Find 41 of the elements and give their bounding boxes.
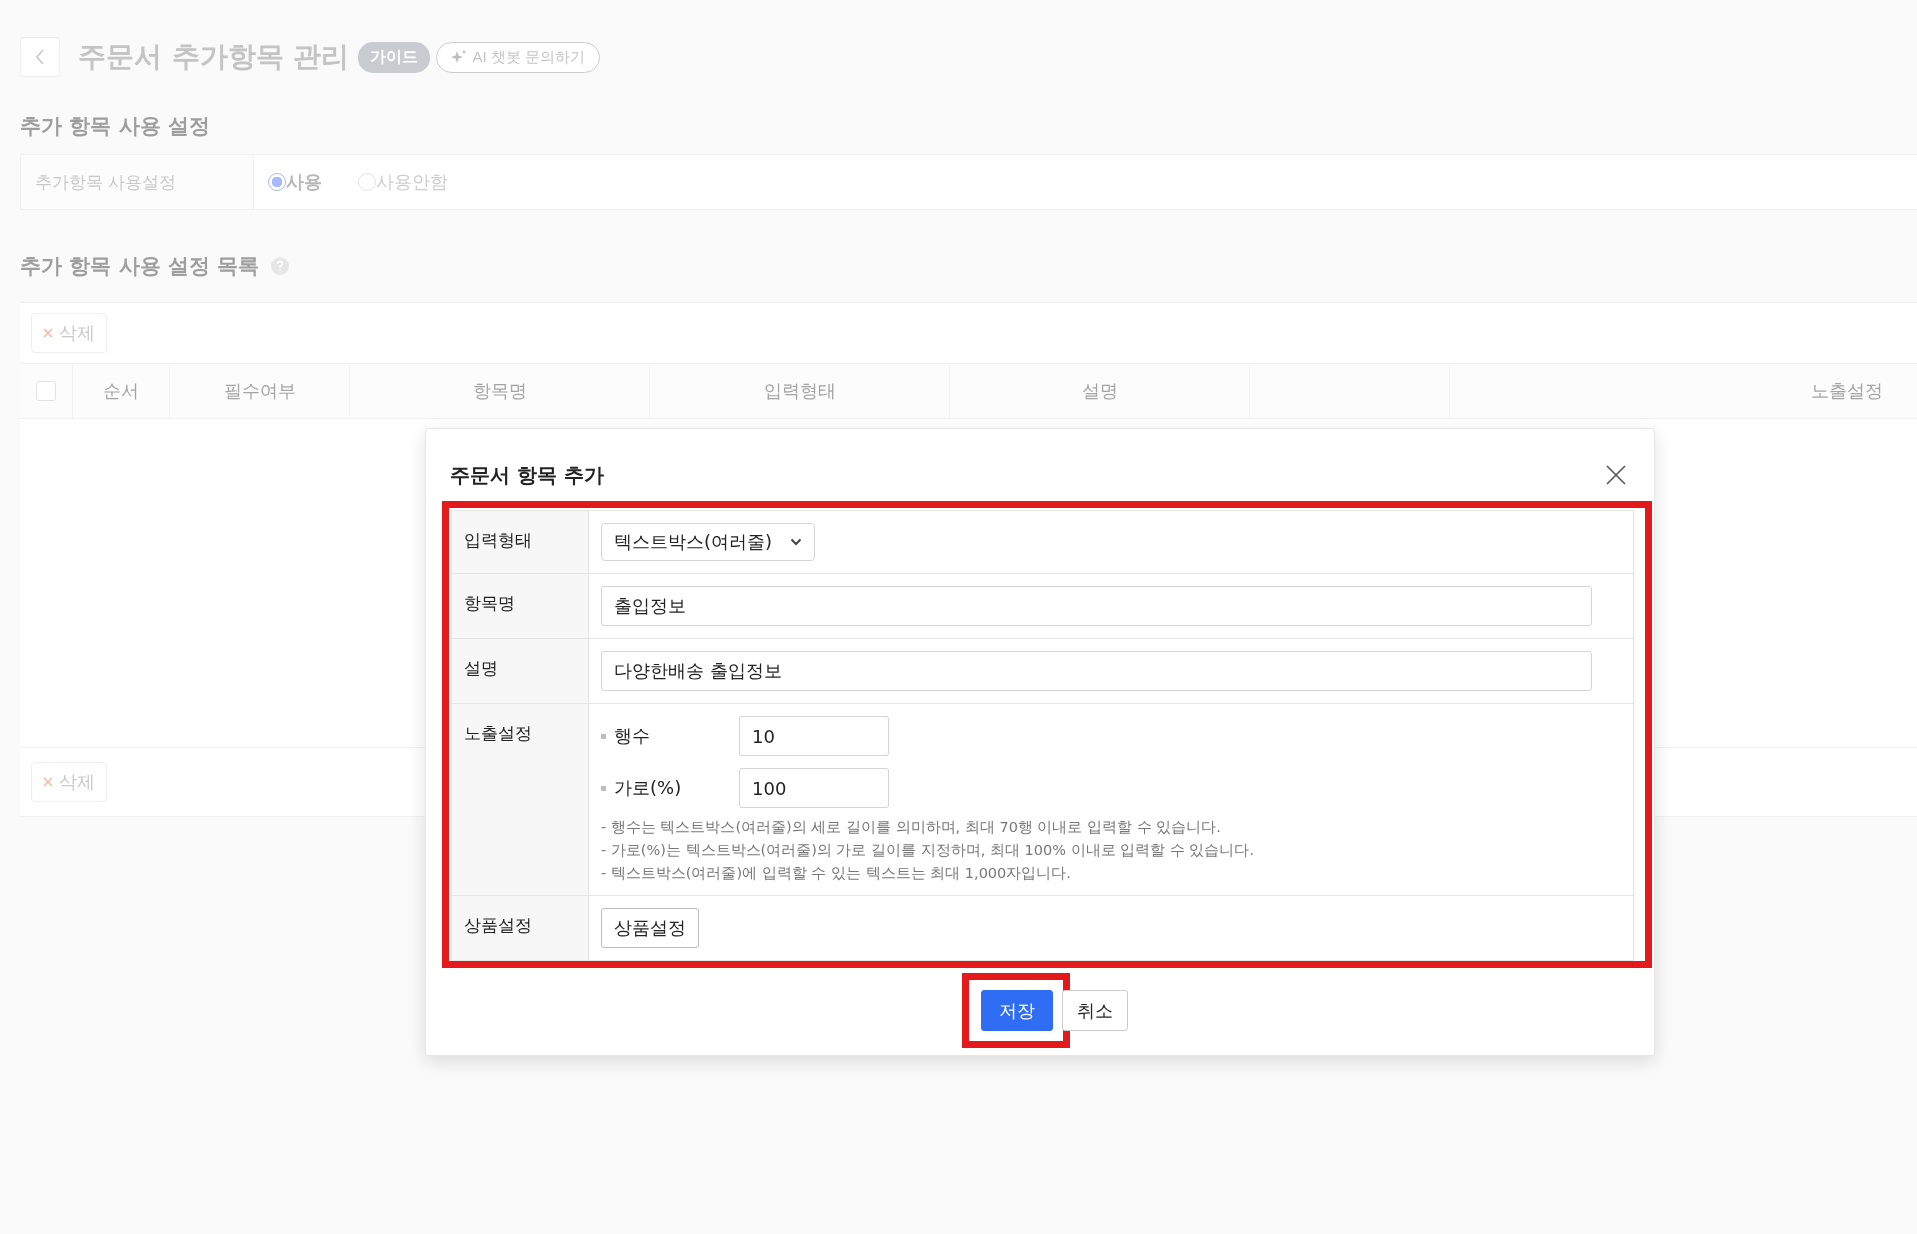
row-label: 노출설정 bbox=[452, 704, 589, 895]
radio-button[interactable] bbox=[268, 173, 286, 191]
chevron-down-icon bbox=[790, 538, 803, 546]
number-field[interactable]: 100 bbox=[739, 768, 889, 808]
column-header: 필수여부 bbox=[223, 379, 296, 403]
bullet-mark bbox=[601, 785, 606, 791]
close-icon bbox=[43, 777, 53, 787]
field-label: 가로(%) bbox=[614, 776, 682, 800]
save-button[interactable]: 저장 bbox=[981, 990, 1053, 1031]
text-field[interactable]: 출입정보 bbox=[601, 586, 1592, 626]
cancel-button[interactable]: 취소 bbox=[1062, 990, 1128, 1031]
section-heading: 추가 항목 사용 설정 목록 bbox=[20, 253, 260, 280]
product-settings-button[interactable]: 상품설정 bbox=[601, 908, 699, 948]
column-header: 입력형태 bbox=[763, 379, 836, 403]
close-icon bbox=[1606, 465, 1626, 485]
row-label: 항목명 bbox=[452, 574, 589, 638]
help-text: - 텍스트박스(여러줄)에 입력할 수 있는 텍스트는 최대 1,000자입니다. bbox=[601, 864, 1072, 883]
column-header: 설명 bbox=[1081, 379, 1118, 403]
column-header: 노출설정 bbox=[1811, 379, 1883, 403]
dropdown[interactable]: 텍스트박스(여러줄) bbox=[601, 523, 816, 561]
column-header: 항목명 bbox=[472, 379, 527, 403]
row-label: 설명 bbox=[452, 639, 589, 703]
sparkle-icon bbox=[450, 49, 467, 65]
dropdown-value: 텍스트박스(여러줄) bbox=[614, 530, 773, 554]
dialog-title: 주문서 항목 추가 bbox=[450, 461, 604, 489]
bullet-mark bbox=[601, 733, 606, 739]
number-field[interactable]: 10 bbox=[739, 716, 889, 756]
text-field[interactable]: 다양한배송 출입정보 bbox=[601, 651, 1592, 691]
row-label: 입력형태 bbox=[452, 511, 589, 573]
checkbox[interactable] bbox=[36, 381, 56, 401]
help-text: - 행수는 텍스트박스(여러줄)의 세로 길이를 의미하며, 최대 70행 이내로 입력할 수 있습니다. bbox=[601, 818, 1222, 837]
radio-label: 사용 bbox=[286, 170, 322, 194]
section-heading: 추가 항목 사용 설정 bbox=[20, 113, 211, 140]
column-header: 순서 bbox=[103, 379, 139, 403]
close-icon bbox=[43, 328, 53, 338]
chevron-left-icon bbox=[35, 48, 45, 66]
help-icon bbox=[271, 257, 290, 275]
back-button[interactable] bbox=[20, 37, 60, 77]
field-label: 행수 bbox=[614, 724, 650, 748]
help-text: - 가로(%)는 텍스트박스(여러줄)의 가로 길이를 지정하며, 최대 100% 이내로 입력할 수 있습니다. bbox=[601, 841, 1254, 860]
row-label: 상품설정 bbox=[452, 896, 589, 960]
